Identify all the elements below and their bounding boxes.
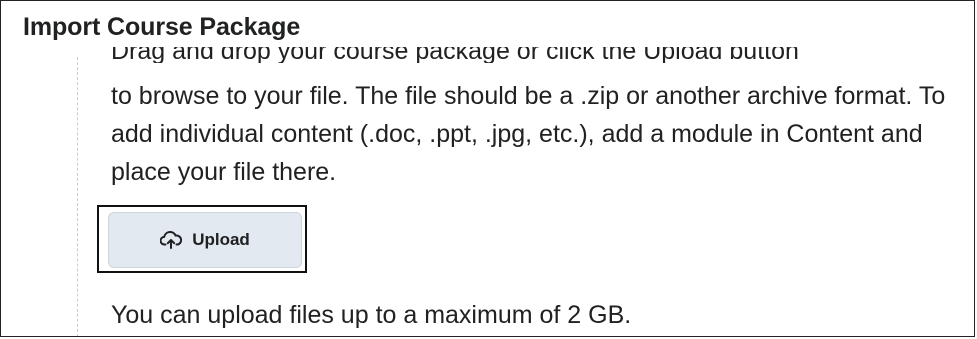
import-course-package-panel: Import Course Package Drag and drop your… <box>0 0 975 337</box>
upload-limit-text: You can upload files up to a maximum of … <box>111 301 632 329</box>
page-title: Import Course Package <box>23 13 301 41</box>
clipped-instruction-line: Drag and drop your course package or cli… <box>111 47 799 63</box>
section-divider <box>77 57 78 336</box>
cloud-upload-icon <box>160 231 183 249</box>
upload-button[interactable]: Upload <box>108 212 302 268</box>
upload-button-label: Upload <box>192 230 250 249</box>
instruction-text: to browse to your file. The file should … <box>111 82 946 186</box>
